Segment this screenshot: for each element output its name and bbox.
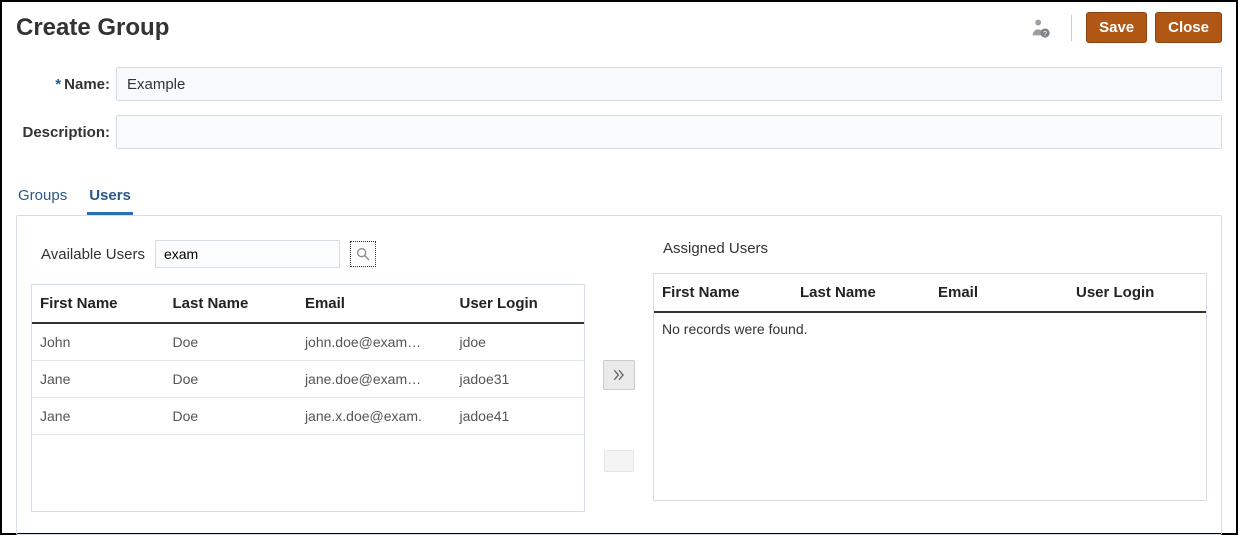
close-button[interactable]: Close bbox=[1155, 12, 1222, 43]
move-left-button[interactable] bbox=[604, 450, 634, 472]
tab-groups[interactable]: Groups bbox=[16, 181, 69, 215]
search-icon bbox=[355, 246, 371, 262]
table-row[interactable]: Jane Doe jane.x.doe@exam. jadoe41 bbox=[32, 398, 584, 435]
table-row[interactable]: Jane Doe jane.doe@exam… jadoe31 bbox=[32, 361, 584, 398]
header-actions: ? Save Close bbox=[1029, 12, 1222, 43]
cell-first: John bbox=[32, 323, 164, 361]
available-users-title: Available Users bbox=[41, 246, 145, 263]
col-email[interactable]: Email bbox=[297, 285, 452, 323]
available-search-input[interactable] bbox=[155, 240, 340, 268]
table-header-row: First Name Last Name Email User Login bbox=[32, 285, 584, 323]
col-first-name[interactable]: First Name bbox=[32, 285, 164, 323]
cell-login: jadoe41 bbox=[451, 398, 584, 435]
transfer-buttons bbox=[599, 240, 639, 472]
search-button[interactable] bbox=[350, 241, 376, 267]
chevron-double-right-icon bbox=[611, 368, 627, 382]
form-area: *Name: Description: bbox=[16, 67, 1222, 173]
tab-users[interactable]: Users bbox=[87, 181, 133, 215]
available-users-panel: Available Users First Name Last Name Ema… bbox=[31, 240, 585, 512]
description-input[interactable] bbox=[116, 115, 1222, 149]
col-first-name[interactable]: First Name bbox=[654, 274, 792, 312]
cell-last: Doe bbox=[164, 323, 296, 361]
col-last-name[interactable]: Last Name bbox=[792, 274, 930, 312]
table-row[interactable]: John Doe john.doe@exam… jdoe bbox=[32, 323, 584, 361]
cell-login: jdoe bbox=[451, 323, 584, 361]
col-user-login[interactable]: User Login bbox=[451, 285, 584, 323]
col-last-name[interactable]: Last Name bbox=[164, 285, 296, 323]
required-mark: * bbox=[55, 76, 61, 93]
no-records-message: No records were found. bbox=[654, 313, 1206, 345]
description-label: Description: bbox=[16, 124, 116, 141]
table-header-row: First Name Last Name Email User Login bbox=[654, 274, 1206, 312]
cell-first: Jane bbox=[32, 361, 164, 398]
name-label: *Name: bbox=[16, 76, 116, 93]
cell-email: jane.doe@exam… bbox=[297, 361, 452, 398]
divider bbox=[1071, 15, 1072, 41]
col-email[interactable]: Email bbox=[930, 274, 1068, 312]
name-label-text: Name: bbox=[64, 76, 110, 93]
cell-last: Doe bbox=[164, 361, 296, 398]
save-button[interactable]: Save bbox=[1086, 12, 1147, 43]
person-help-icon[interactable]: ? bbox=[1029, 17, 1057, 39]
cell-first: Jane bbox=[32, 398, 164, 435]
move-right-button[interactable] bbox=[603, 360, 635, 390]
cell-login: jadoe31 bbox=[451, 361, 584, 398]
tab-bar: Groups Users bbox=[16, 181, 1222, 215]
assigned-users-title: Assigned Users bbox=[663, 240, 768, 257]
assigned-users-table: First Name Last Name Email User Login No… bbox=[653, 273, 1207, 501]
cell-email: jane.x.doe@exam. bbox=[297, 398, 452, 435]
tab-panel-users: Available Users First Name Last Name Ema… bbox=[16, 215, 1222, 535]
available-users-table: First Name Last Name Email User Login Jo… bbox=[31, 284, 585, 512]
assigned-users-panel: Assigned Users First Name Last Name Emai… bbox=[653, 240, 1207, 501]
svg-text:?: ? bbox=[1043, 28, 1047, 37]
page-title: Create Group bbox=[16, 14, 169, 42]
cell-email: john.doe@exam… bbox=[297, 323, 452, 361]
name-input[interactable] bbox=[116, 67, 1222, 101]
col-user-login[interactable]: User Login bbox=[1068, 274, 1206, 312]
cell-last: Doe bbox=[164, 398, 296, 435]
